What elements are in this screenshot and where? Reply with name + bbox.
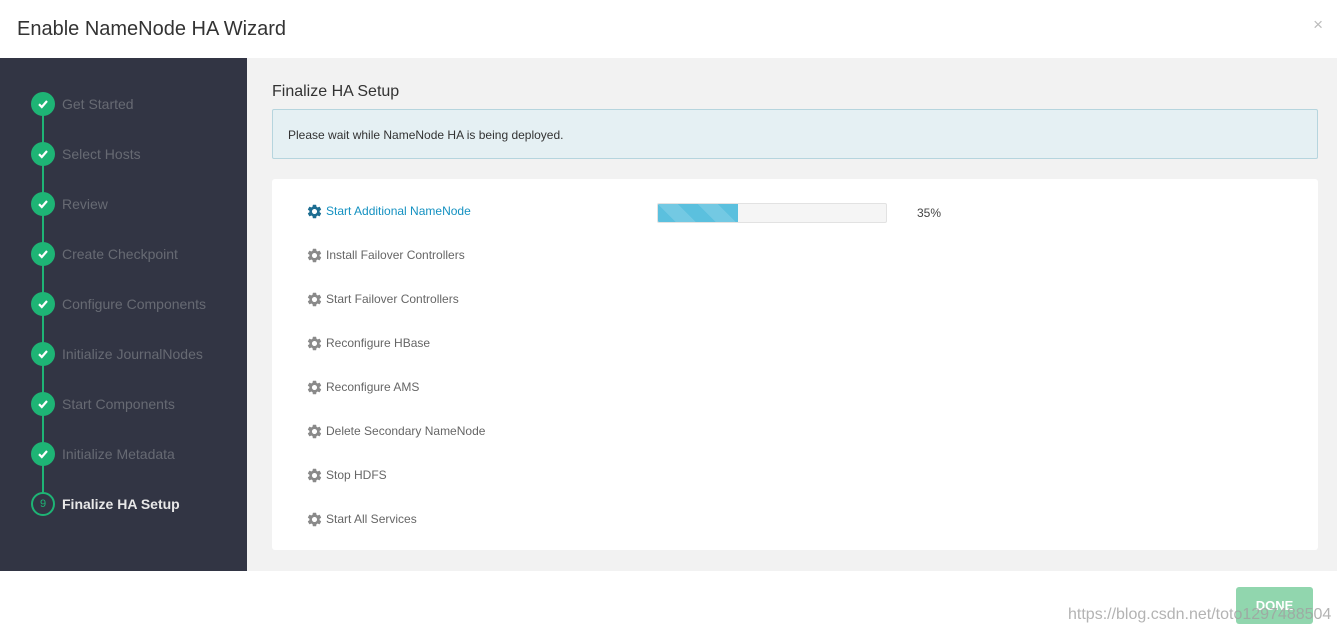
task-progress-fill bbox=[658, 204, 738, 222]
gear-icon bbox=[307, 424, 322, 439]
task-install-failover-controllers[interactable]: Install Failover Controllers bbox=[306, 245, 706, 265]
task-progress-bar bbox=[657, 203, 887, 223]
check-icon bbox=[31, 292, 55, 316]
step-start-components[interactable]: Start Components bbox=[31, 392, 247, 416]
check-icon bbox=[31, 192, 55, 216]
gear-icon bbox=[307, 380, 322, 395]
step-select-hosts[interactable]: Select Hosts bbox=[31, 142, 247, 166]
task-reconfigure-hbase[interactable]: Reconfigure HBase bbox=[306, 333, 706, 353]
check-icon bbox=[31, 142, 55, 166]
info-alert: Please wait while NameNode HA is being d… bbox=[272, 109, 1318, 159]
task-label: Start All Services bbox=[326, 512, 417, 526]
gear-icon bbox=[307, 248, 322, 263]
gear-icon bbox=[307, 204, 322, 219]
step-configure-components[interactable]: Configure Components bbox=[31, 292, 247, 316]
step-label: Configure Components bbox=[62, 296, 206, 312]
step-label: Initialize JournalNodes bbox=[62, 346, 203, 362]
task-label: Start Failover Controllers bbox=[326, 292, 459, 306]
page-title: Finalize HA Setup bbox=[272, 83, 400, 100]
gear-icon bbox=[307, 512, 322, 527]
check-icon bbox=[31, 442, 55, 466]
close-icon[interactable]: × bbox=[1313, 15, 1323, 35]
step-label: Create Checkpoint bbox=[62, 246, 178, 262]
modal-header: Enable NameNode HA Wizard × bbox=[0, 0, 1337, 58]
step-number-badge: 9 bbox=[31, 492, 55, 516]
check-icon bbox=[31, 342, 55, 366]
step-get-started[interactable]: Get Started bbox=[31, 92, 247, 116]
step-finalize-ha-setup[interactable]: 9 Finalize HA Setup bbox=[31, 492, 247, 516]
check-icon bbox=[31, 392, 55, 416]
task-label: Reconfigure AMS bbox=[326, 380, 420, 394]
gear-icon bbox=[307, 336, 322, 351]
task-reconfigure-ams[interactable]: Reconfigure AMS bbox=[306, 377, 706, 397]
check-icon bbox=[31, 242, 55, 266]
gear-icon bbox=[307, 468, 322, 483]
watermark-text: https://blog.csdn.net/toto1297488504 bbox=[1068, 606, 1332, 623]
task-start-all-services[interactable]: Start All Services bbox=[306, 509, 706, 529]
gear-icon bbox=[307, 292, 322, 307]
task-list-panel: Start Additional NameNode 35% Install Fa… bbox=[272, 179, 1318, 550]
step-label: Get Started bbox=[62, 96, 134, 112]
step-label: Review bbox=[62, 196, 108, 212]
step-initialize-metadata[interactable]: Initialize Metadata bbox=[31, 442, 247, 466]
task-label: Delete Secondary NameNode bbox=[326, 424, 486, 438]
step-review[interactable]: Review bbox=[31, 192, 247, 216]
task-label: Start Additional NameNode bbox=[326, 204, 471, 218]
task-progress-percent: 35% bbox=[917, 206, 942, 220]
step-label: Initialize Metadata bbox=[62, 446, 175, 462]
step-create-checkpoint[interactable]: Create Checkpoint bbox=[31, 242, 247, 266]
step-label: Select Hosts bbox=[62, 146, 141, 162]
task-label: Stop HDFS bbox=[326, 468, 387, 482]
check-icon bbox=[31, 92, 55, 116]
task-start-failover-controllers[interactable]: Start Failover Controllers bbox=[306, 289, 706, 309]
main-content: Finalize HA Setup Please wait while Name… bbox=[247, 58, 1337, 571]
step-initialize-journalnodes[interactable]: Initialize JournalNodes bbox=[31, 342, 247, 366]
task-label: Install Failover Controllers bbox=[326, 248, 465, 262]
alert-text: Please wait while NameNode HA is being d… bbox=[288, 128, 564, 142]
wizard-steps-sidebar: Get Started Select Hosts Review Create C… bbox=[0, 58, 247, 571]
task-start-additional-namenode[interactable]: Start Additional NameNode bbox=[306, 201, 706, 221]
task-delete-secondary-namenode[interactable]: Delete Secondary NameNode bbox=[306, 421, 706, 441]
step-label: Finalize HA Setup bbox=[62, 496, 180, 512]
step-label: Start Components bbox=[62, 396, 175, 412]
task-label: Reconfigure HBase bbox=[326, 336, 431, 350]
task-stop-hdfs[interactable]: Stop HDFS bbox=[306, 465, 706, 485]
wizard-title: Enable NameNode HA Wizard bbox=[17, 18, 287, 40]
